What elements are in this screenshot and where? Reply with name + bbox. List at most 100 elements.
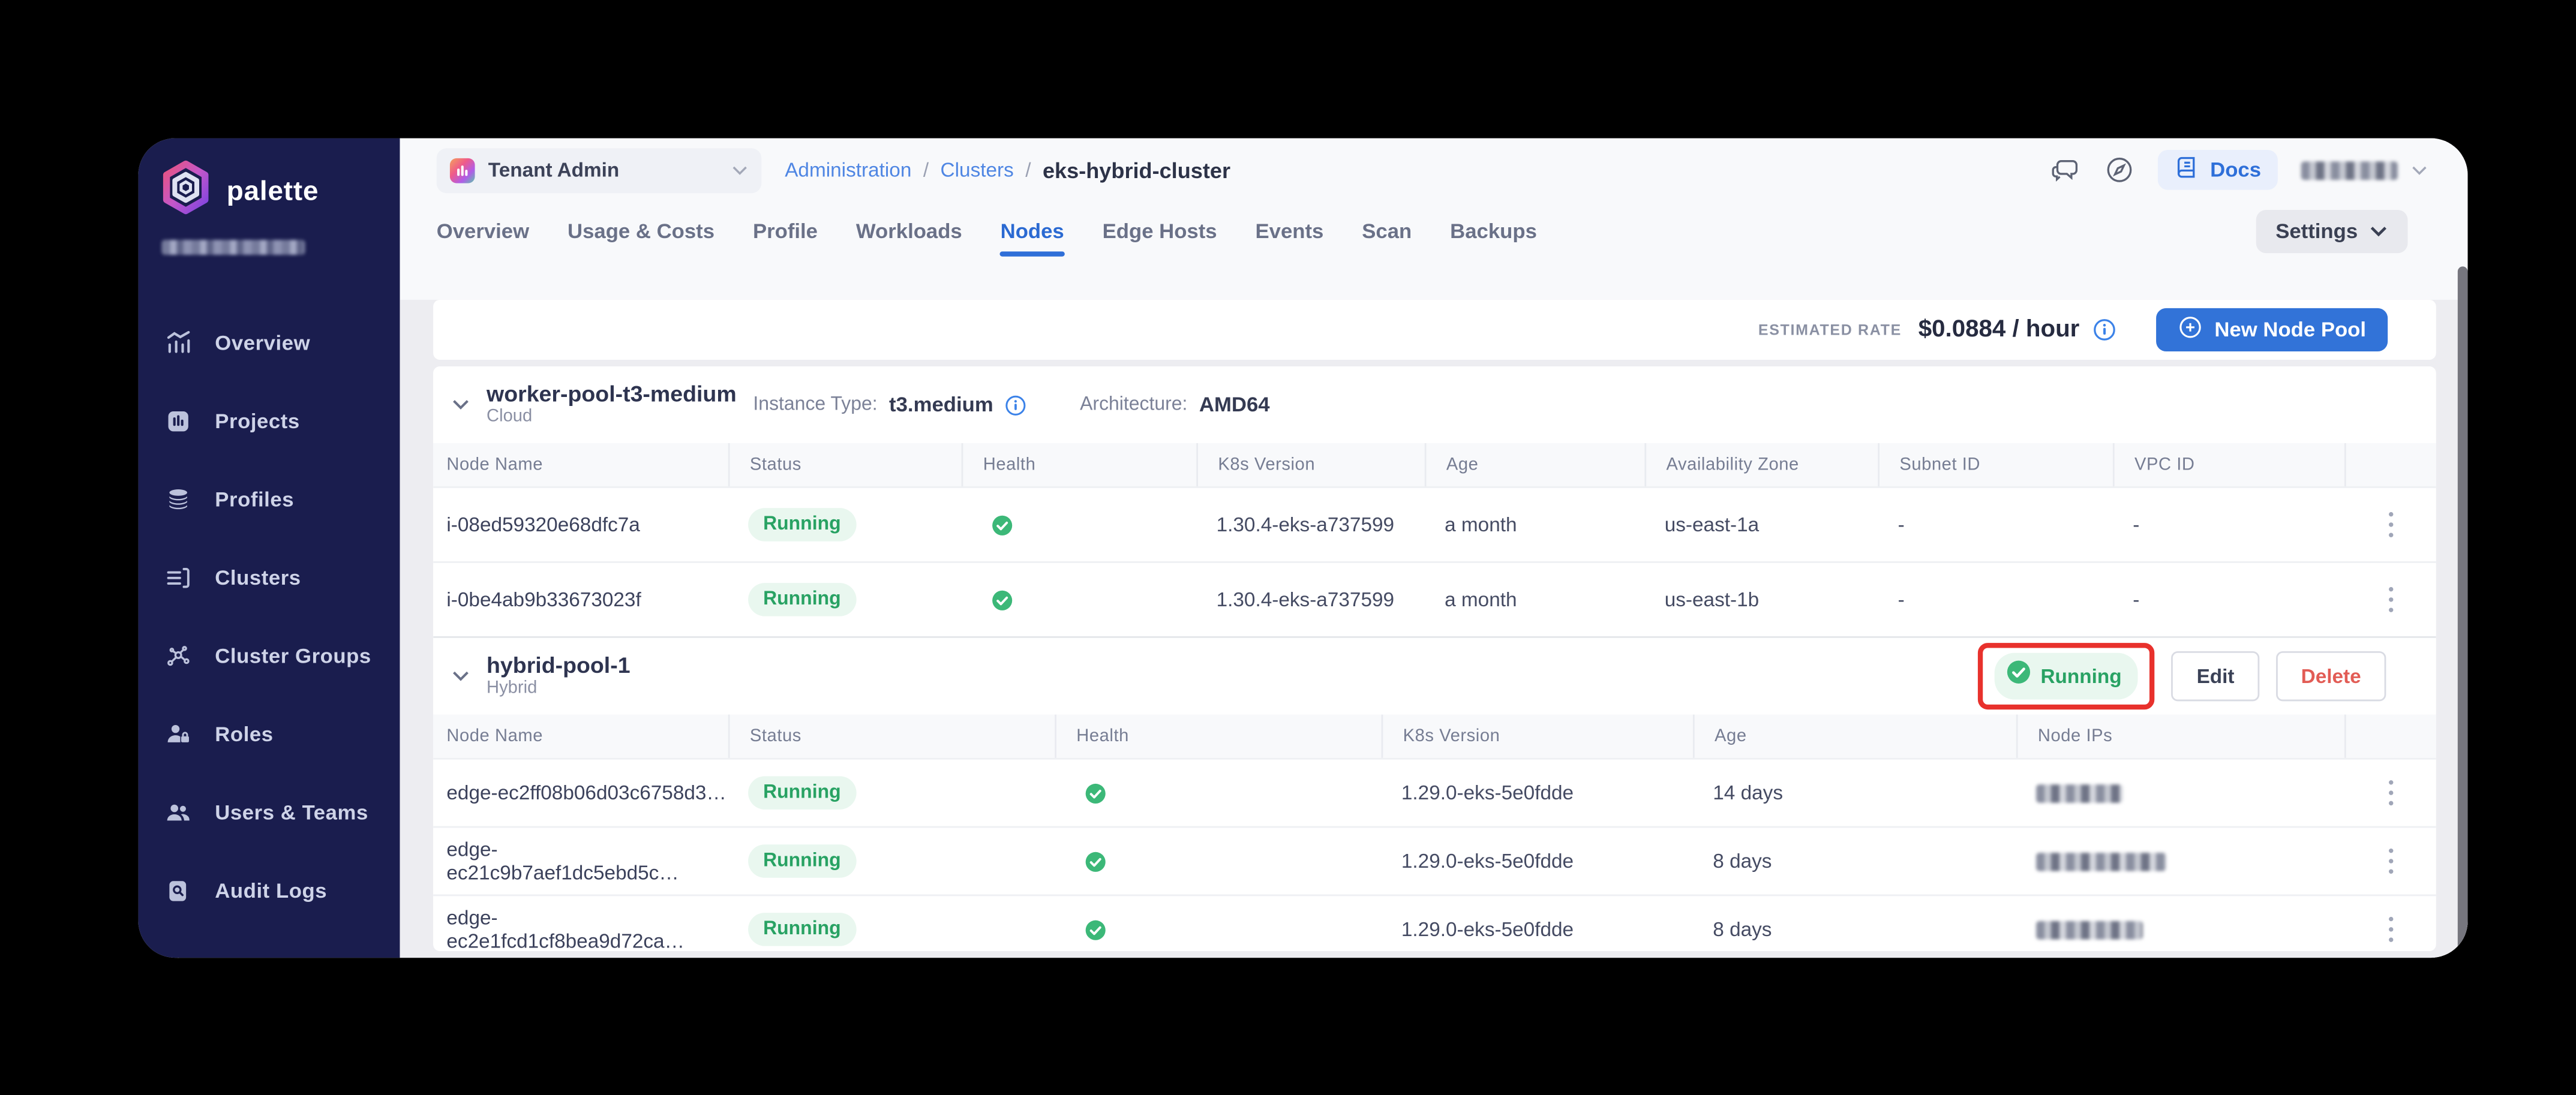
availability-zone: us-east-1a [1644, 513, 1878, 536]
delete-button[interactable]: Delete [2276, 651, 2386, 701]
logo-text: palette [227, 176, 319, 207]
architecture-label: Architecture: [1080, 395, 1187, 414]
sidebar-item-profiles[interactable]: Profiles [139, 460, 400, 539]
tab-nodes[interactable]: Nodes [1001, 201, 1064, 261]
rate-toolbar: ESTIMATED RATE $0.0884 / hour New Node P… [433, 300, 2436, 360]
sidebar-item-label: Profiles [215, 487, 294, 510]
compass-icon[interactable] [2105, 155, 2135, 185]
row-menu-kebab-icon[interactable] [2387, 848, 2394, 874]
age: 8 days [1693, 850, 2016, 873]
age: a month [1425, 588, 1645, 611]
scope-label: Tenant Admin [488, 158, 718, 182]
table-row: i-08ed59320e68dfc7a Running 1.30.4-eks-a… [433, 486, 2436, 561]
row-menu-kebab-icon[interactable] [2387, 780, 2394, 806]
sidebar-item-label: Projects [215, 409, 299, 432]
age: a month [1425, 513, 1645, 536]
sidebar-item-roles[interactable]: Roles [139, 694, 400, 773]
breadcrumb-administration[interactable]: Administration [785, 158, 911, 182]
row-menu-kebab-icon[interactable] [2387, 512, 2394, 538]
sidebar-item-label: Roles [215, 722, 273, 745]
sidebar-item-label: Audit Logs [215, 879, 327, 902]
sidebar-nav: Overview Projects Profiles Clusters [139, 303, 400, 958]
users-teams-icon [163, 799, 193, 825]
status-badge: Running [748, 844, 855, 878]
tab-edge-hosts[interactable]: Edge Hosts [1103, 201, 1217, 261]
col-availability-zone: Availability Zone [1644, 443, 1878, 486]
sidebar-item-audit-logs[interactable]: Audit Logs [139, 851, 400, 929]
page: palette Overview Projects Profiles [0, 0, 2576, 1095]
pool-status-badge: Running [1994, 653, 2139, 700]
user-menu[interactable] [2301, 161, 2428, 179]
scope-selector[interactable]: Tenant Admin [437, 148, 762, 192]
plus-circle-icon [2178, 315, 2203, 345]
k8s-version: 1.29.0-eks-5e0fdde [1382, 781, 1693, 805]
cluster-groups-network-icon [163, 642, 193, 669]
palette-logo-icon [158, 160, 214, 224]
sidebar-item-overview[interactable]: Overview [139, 303, 400, 382]
new-node-pool-button[interactable]: New Node Pool [2156, 308, 2388, 351]
tab-workloads[interactable]: Workloads [856, 201, 962, 261]
k8s-version: 1.30.4-eks-a737599 [1196, 588, 1425, 611]
tenant-scope-icon [450, 157, 475, 182]
col-health: Health [962, 443, 1197, 486]
audit-logs-icon [163, 877, 193, 903]
collapse-chevron-icon[interactable] [452, 398, 470, 411]
app-window: palette Overview Projects Profiles [139, 139, 2468, 958]
sidebar-item-label: Users & Teams [215, 801, 368, 824]
chevron-down-icon [731, 164, 748, 176]
tab-overview[interactable]: Overview [437, 201, 529, 261]
row-menu-kebab-icon[interactable] [2387, 586, 2394, 613]
vertical-scrollbar[interactable] [2458, 266, 2468, 952]
sidebar-item-cluster-groups[interactable]: Cluster Groups [139, 616, 400, 695]
col-status: Status [728, 443, 962, 486]
profiles-layers-icon [163, 486, 193, 512]
account-name-redacted [161, 240, 305, 255]
logo[interactable]: palette [139, 139, 400, 224]
status-badge: Running [748, 913, 855, 946]
col-subnet-id: Subnet ID [1878, 443, 2113, 486]
chevron-down-icon [2411, 164, 2428, 176]
col-health: Health [1055, 715, 1381, 758]
row-menu-kebab-icon[interactable] [2387, 916, 2394, 943]
chat-icon[interactable] [2052, 155, 2082, 185]
age: 8 days [1693, 917, 2016, 941]
pool-name: worker-pool-t3-medium [487, 381, 737, 407]
col-age: Age [1425, 443, 1645, 486]
tab-events[interactable]: Events [1255, 201, 1323, 261]
settings-button[interactable]: Settings [2256, 210, 2408, 253]
status-badge: Running [748, 776, 855, 810]
health-check-icon [1085, 919, 1106, 940]
sidebar-item-projects[interactable]: Projects [139, 381, 400, 460]
info-icon[interactable] [2093, 318, 2116, 342]
breadcrumb-clusters[interactable]: Clusters [941, 158, 1014, 182]
subnet-id: - [1878, 588, 2113, 611]
tab-profile[interactable]: Profile [753, 201, 818, 261]
node-name: edge-ec2e1fcd1cf8bea9d72ca… [433, 906, 728, 951]
edit-button[interactable]: Edit [2172, 651, 2259, 701]
vpc-id: - [2113, 588, 2344, 611]
status-badge: Running [748, 583, 855, 616]
table-row: edge-ec2ff08b06d03c6758d3… Running 1.29.… [433, 758, 2436, 826]
tab-backups[interactable]: Backups [1450, 201, 1537, 261]
topbar: Tenant Admin Administration / Clusters /… [400, 139, 2468, 202]
sidebar-item-tenant-settings[interactable]: Tenant Settings [139, 929, 400, 958]
estimated-rate-value: $0.0884 / hour [1919, 317, 2080, 343]
docs-button[interactable]: Docs [2158, 150, 2278, 190]
col-node-ips: Node IPs [2016, 715, 2344, 758]
col-k8s-version: K8s Version [1196, 443, 1425, 486]
sidebar-item-label: Cluster Groups [215, 644, 371, 667]
collapse-chevron-icon[interactable] [452, 670, 470, 683]
subnet-id: - [1878, 513, 2113, 536]
table-row: edge-ec21c9b7aef1dc5ebd5c… Running 1.29.… [433, 826, 2436, 895]
sidebar-item-clusters[interactable]: Clusters [139, 538, 400, 616]
tab-scan[interactable]: Scan [1362, 201, 1412, 261]
sidebar-item-users-teams[interactable]: Users & Teams [139, 773, 400, 852]
status-badge: Running [748, 508, 855, 542]
book-icon [2175, 155, 2200, 185]
info-icon[interactable] [1005, 394, 1026, 416]
nodes-content: ESTIMATED RATE $0.0884 / hour New Node P… [400, 300, 2468, 958]
col-node-name: Node Name [433, 715, 728, 758]
col-age: Age [1693, 715, 2016, 758]
col-node-name: Node Name [433, 443, 728, 486]
tab-usage-costs[interactable]: Usage & Costs [568, 201, 714, 261]
